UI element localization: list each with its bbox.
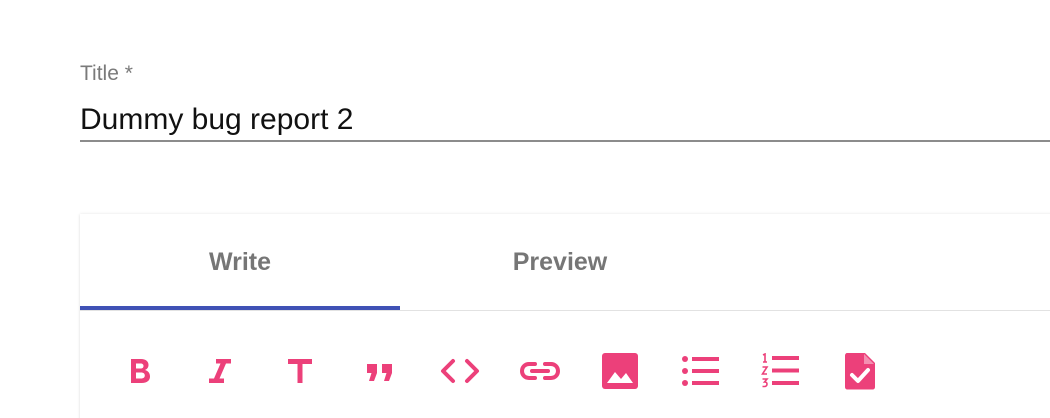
title-input[interactable]: [80, 100, 1050, 142]
page: Title * Write Preview: [0, 0, 1050, 418]
editor-toolbar: [80, 311, 1050, 418]
quote-icon: [364, 355, 396, 387]
task-list-icon: [843, 351, 877, 391]
code-button[interactable]: [438, 349, 482, 393]
title-field: Title *: [80, 60, 1050, 142]
quote-button[interactable]: [358, 349, 402, 393]
link-button[interactable]: [518, 349, 562, 393]
tab-write[interactable]: Write: [80, 214, 400, 310]
numbered-list-button[interactable]: [758, 349, 802, 393]
editor-tabs: Write Preview: [80, 214, 1050, 311]
active-tab-indicator: [80, 306, 400, 310]
link-icon: [518, 355, 562, 387]
title-label: Title *: [80, 62, 133, 85]
code-icon: [438, 355, 482, 387]
task-list-button[interactable]: [838, 349, 882, 393]
bulleted-list-icon: [680, 354, 720, 388]
image-icon: [601, 352, 639, 390]
markdown-editor: Write Preview: [80, 214, 1050, 418]
italic-button[interactable]: [198, 349, 242, 393]
bold-button[interactable]: [118, 349, 162, 393]
numbered-list-icon: [760, 353, 800, 389]
italic-icon: [205, 355, 235, 387]
tab-preview[interactable]: Preview: [400, 214, 720, 310]
bold-icon: [125, 355, 155, 387]
image-button[interactable]: [598, 349, 642, 393]
bulleted-list-button[interactable]: [678, 349, 722, 393]
header-icon: [285, 355, 315, 387]
header-button[interactable]: [278, 349, 322, 393]
